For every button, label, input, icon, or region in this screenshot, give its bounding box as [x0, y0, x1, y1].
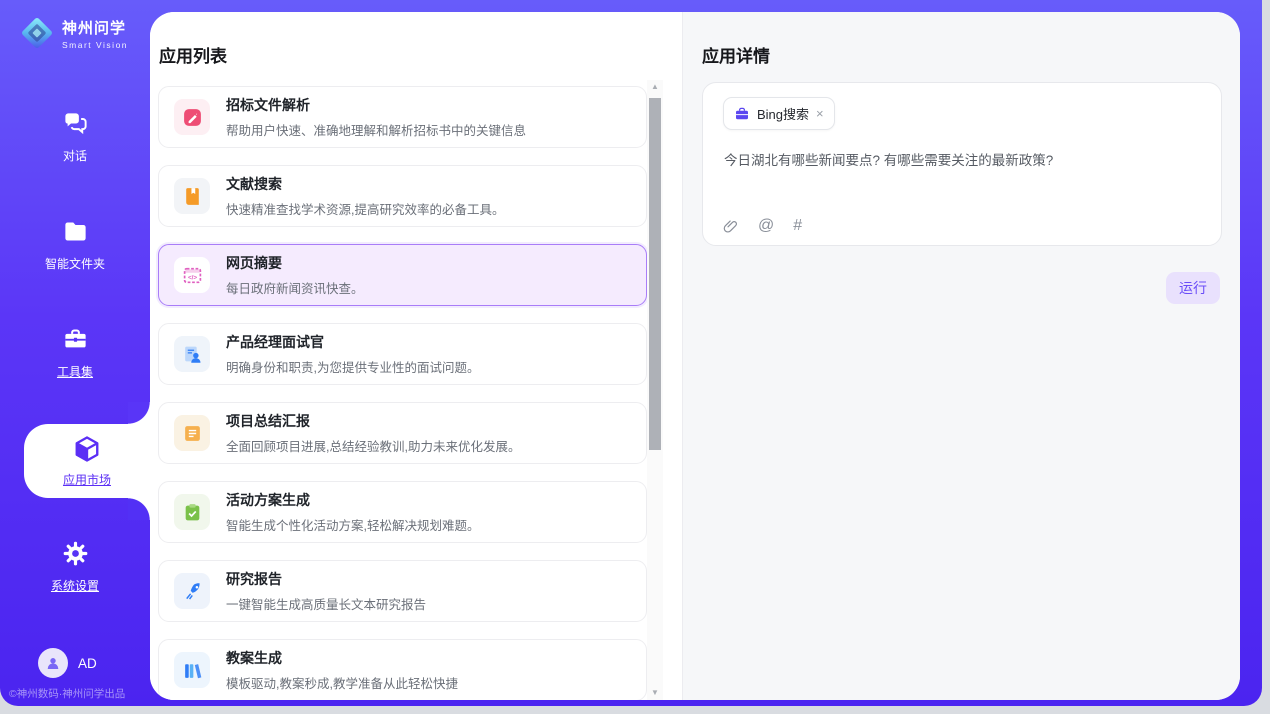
app-card-activity-plan[interactable]: 活动方案生成 智能生成个性化活动方案,轻松解决规划难题。	[158, 481, 647, 543]
tender-doc-icon	[174, 99, 210, 135]
app-card-title: 项目总结汇报	[226, 411, 520, 431]
sidebar-item-label: 对话	[0, 147, 150, 164]
list-scrollbar[interactable]: ▲ ▼	[647, 80, 663, 700]
run-button[interactable]: 运行	[1166, 272, 1220, 304]
app-list-panel: 应用列表 招标文件解析 帮助用户快速、准确地理解和解析招标书中的关键信息 文献搜…	[150, 12, 682, 700]
sidebar-item-label: 工具集	[0, 363, 150, 380]
toolbox-icon	[62, 326, 89, 353]
bubble-notch-top	[128, 402, 150, 424]
app-card-title: 研究报告	[226, 569, 426, 589]
sidebar-item-label: 系统设置	[0, 577, 150, 594]
research-report-icon	[174, 573, 210, 609]
app-card-desc: 全面回顾项目进展,总结经验教训,助力未来优化发展。	[226, 436, 520, 455]
brand-logo: 神州问学 Smart Vision	[18, 14, 128, 52]
sidebar-item-label: 应用市场	[24, 471, 150, 488]
brand-name: 神州问学	[62, 17, 128, 38]
interviewer-icon	[174, 336, 210, 372]
briefcase-icon	[734, 106, 750, 122]
sidebar-item-settings[interactable]: 系统设置	[0, 540, 150, 594]
chat-icon	[62, 110, 89, 137]
tool-tag-bing-search[interactable]: Bing搜索 ×	[723, 97, 835, 130]
prompt-input[interactable]: 今日湖北有哪些新闻要点? 有哪些需要关注的最新政策?	[724, 149, 1197, 169]
copyright-text: ©神州数码·神州问学出品	[9, 686, 125, 701]
bubble-notch-bottom	[128, 498, 150, 520]
app-card-title: 活动方案生成	[226, 490, 479, 510]
svg-text:</>: </>	[187, 274, 196, 281]
scroll-down-icon[interactable]: ▼	[647, 686, 663, 700]
webpage-summary-icon: </>	[174, 257, 210, 293]
app-card-project-report[interactable]: 项目总结汇报 全面回顾项目进展,总结经验教训,助力未来优化发展。	[158, 402, 647, 464]
app-card-desc: 智能生成个性化活动方案,轻松解决规划难题。	[226, 515, 479, 534]
app-card-desc: 每日政府新闻资讯快查。	[226, 278, 364, 297]
app-card-desc: 模板驱动,教案秒成,教学准备从此轻松快捷	[226, 673, 458, 692]
hash-icon[interactable]: #	[793, 217, 802, 235]
app-window: 神州问学 Smart Vision 对话 智能文件夹 工具	[0, 0, 1262, 706]
sidebar: 神州问学 Smart Vision 对话 智能文件夹 工具	[0, 0, 150, 706]
app-card-lesson-plan[interactable]: 教案生成 模板驱动,教案秒成,教学准备从此轻松快捷	[158, 639, 647, 700]
app-card-desc: 快速精准查找学术资源,提高研究效率的必备工具。	[226, 199, 504, 218]
app-card-desc: 一键智能生成高质量长文本研究报告	[226, 594, 426, 613]
user-initials: AD	[78, 656, 97, 671]
scrollbar-thumb[interactable]	[649, 98, 661, 450]
sidebar-item-label: 智能文件夹	[0, 255, 150, 272]
app-detail-panel: 应用详情 Bing搜索 × 今日湖北有哪些新闻要点? 有哪些需要关注的最新政策?	[682, 12, 1240, 700]
app-card-webpage-summary[interactable]: </> 网页摘要 每日政府新闻资讯快查。	[158, 244, 647, 306]
attachment-icon[interactable]	[722, 218, 739, 235]
sidebar-item-smart-folders[interactable]: 智能文件夹	[0, 218, 150, 272]
prompt-card[interactable]: Bing搜索 × 今日湖北有哪些新闻要点? 有哪些需要关注的最新政策? @ #	[702, 82, 1222, 246]
sidebar-item-toolset[interactable]: 工具集	[0, 326, 150, 380]
app-card-title: 文献搜索	[226, 174, 504, 194]
diamond-logo-icon	[18, 14, 56, 52]
avatar	[38, 648, 68, 678]
app-card-title: 招标文件解析	[226, 95, 526, 115]
app-card-pm-interviewer[interactable]: 产品经理面试官 明确身份和职责,为您提供专业性的面试问题。	[158, 323, 647, 385]
brand-subtitle: Smart Vision	[62, 40, 128, 50]
lesson-plan-icon	[174, 652, 210, 688]
app-card-title: 产品经理面试官	[226, 332, 479, 352]
mention-icon[interactable]: @	[758, 217, 774, 235]
activity-plan-icon	[174, 494, 210, 530]
app-list-title: 应用列表	[159, 42, 227, 67]
app-card-tender-parse[interactable]: 招标文件解析 帮助用户快速、准确地理解和解析招标书中的关键信息	[158, 86, 647, 148]
person-icon	[44, 654, 62, 672]
app-card-research-report[interactable]: 研究报告 一键智能生成高质量长文本研究报告	[158, 560, 647, 622]
cube-icon	[72, 434, 102, 464]
project-report-icon	[174, 415, 210, 451]
sidebar-item-chat[interactable]: 对话	[0, 110, 150, 164]
gear-icon	[62, 540, 89, 567]
main-panel: 应用列表 招标文件解析 帮助用户快速、准确地理解和解析招标书中的关键信息 文献搜…	[150, 12, 1240, 700]
app-card-literature-search[interactable]: 文献搜索 快速精准查找学术资源,提高研究效率的必备工具。	[158, 165, 647, 227]
tool-tag-label: Bing搜索	[757, 104, 809, 123]
app-card-title: 网页摘要	[226, 253, 364, 273]
scroll-up-icon[interactable]: ▲	[647, 80, 663, 94]
app-detail-title: 应用详情	[702, 42, 770, 67]
literature-book-icon	[174, 178, 210, 214]
user-account[interactable]: AD	[38, 648, 97, 678]
prompt-toolbar: @ #	[722, 217, 802, 235]
folder-icon	[62, 218, 89, 245]
app-card-title: 教案生成	[226, 648, 458, 668]
app-card-desc: 帮助用户快速、准确地理解和解析招标书中的关键信息	[226, 120, 526, 139]
sidebar-item-app-market[interactable]: 应用市场	[24, 424, 150, 498]
app-card-desc: 明确身份和职责,为您提供专业性的面试问题。	[226, 357, 479, 376]
close-icon[interactable]: ×	[816, 107, 824, 120]
